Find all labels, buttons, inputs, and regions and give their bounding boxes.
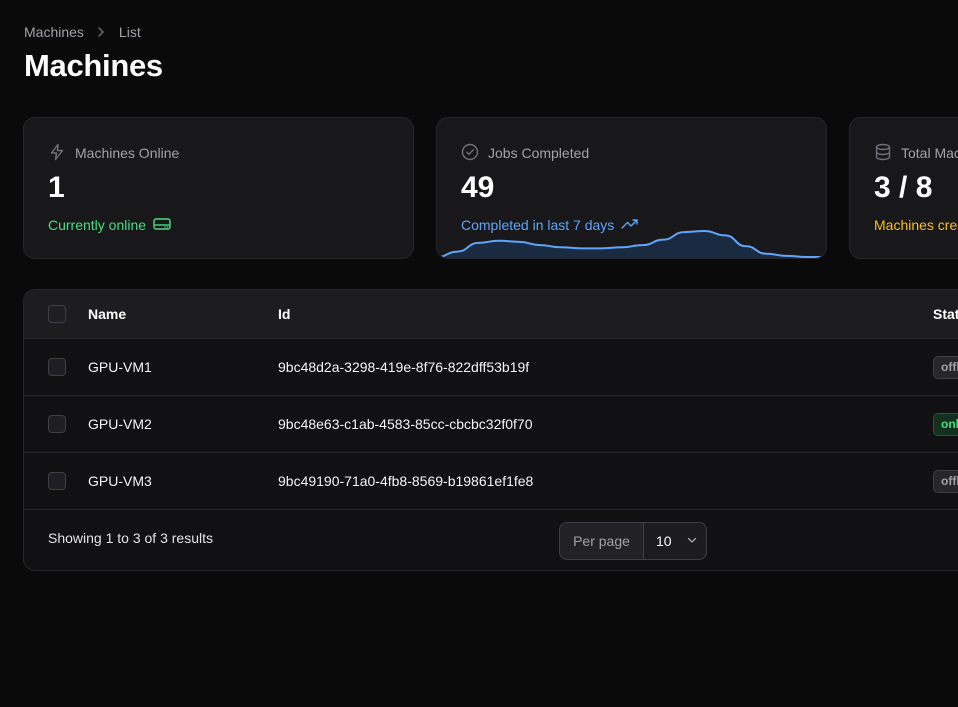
jobs-sparkline-chart [437, 229, 826, 258]
database-icon [874, 143, 892, 164]
stat-label: Total Machines [901, 145, 958, 161]
chevron-down-icon [686, 533, 698, 549]
stat-header: Jobs Completed [461, 143, 589, 163]
results-summary: Showing 1 to 3 of 3 results [48, 530, 213, 546]
column-header-id[interactable]: Id [278, 304, 290, 324]
check-circle-icon [461, 143, 479, 164]
machine-id: 9bc48e63-c1ab-4583-85cc-cbcbc32f0f70 [278, 416, 533, 432]
server-icon [152, 216, 172, 235]
breadcrumb: Machines List [24, 22, 141, 42]
stat-label: Jobs Completed [488, 145, 590, 161]
table-row[interactable]: GPU-VM2 9bc48e63-c1ab-4583-85cc-cbcbc32f… [24, 396, 958, 453]
machine-id: 9bc49190-71a0-4fb8-8569-b19861ef1fe8 [278, 473, 534, 489]
machine-name: GPU-VM1 [88, 359, 152, 375]
stat-header: Total Machines [874, 143, 958, 163]
status-badge: offline [933, 356, 958, 379]
machine-id: 9bc48d2a-3298-419e-8f76-822dff53b19f [278, 359, 530, 375]
select-all-checkbox[interactable] [48, 305, 66, 323]
stat-description: Currently online [48, 215, 172, 235]
bolt-icon [48, 143, 66, 164]
page-title: Machines [24, 48, 163, 83]
table-footer: Showing 1 to 3 of 3 results Per page 10 [24, 510, 958, 570]
row-checkbox[interactable] [48, 415, 66, 433]
stat-value: 49 [461, 171, 495, 204]
table-row[interactable]: GPU-VM1 9bc48d2a-3298-419e-8f76-822dff53… [24, 339, 958, 396]
stat-card-machines-online: Machines Online 1 Currently online [23, 117, 414, 259]
per-page-select[interactable]: 10 [644, 523, 706, 559]
breadcrumb-machines-link[interactable]: Machines [24, 24, 84, 40]
stat-description-text: Machines created [874, 217, 958, 233]
machine-name: GPU-VM2 [88, 416, 152, 432]
stat-label: Machines Online [75, 145, 180, 161]
stat-card-jobs-completed: Jobs Completed 49 Completed in last 7 da… [436, 117, 827, 259]
machines-table: Name Id Status GPU-VM1 9bc48d2a-3298-419… [23, 289, 958, 571]
stat-card-total-machines: Total Machines 3 / 8 Machines created [849, 117, 958, 259]
status-badge: online [933, 413, 958, 436]
stat-description: Machines created [874, 215, 958, 235]
row-checkbox[interactable] [48, 472, 66, 490]
status-badge: offline [933, 470, 958, 493]
per-page-control: Per page 10 [559, 522, 707, 560]
machines-page: Machines List Machines Machines Online 1… [0, 0, 958, 707]
stat-value: 1 [48, 171, 65, 204]
per-page-value: 10 [656, 533, 672, 549]
row-checkbox[interactable] [48, 358, 66, 376]
table-row[interactable]: GPU-VM3 9bc49190-71a0-4fb8-8569-b19861ef… [24, 453, 958, 510]
breadcrumb-current: List [118, 24, 141, 40]
machine-name: GPU-VM3 [88, 473, 152, 489]
chevron-right-icon [95, 26, 107, 38]
stat-value: 3 / 8 [874, 171, 933, 204]
table-header: Name Id Status [24, 290, 958, 339]
stat-description-text: Currently online [48, 217, 147, 233]
stat-header: Machines Online [48, 143, 179, 163]
column-header-name[interactable]: Name [88, 304, 126, 324]
per-page-label: Per page [560, 523, 644, 559]
column-header-status[interactable]: Status [933, 304, 958, 324]
